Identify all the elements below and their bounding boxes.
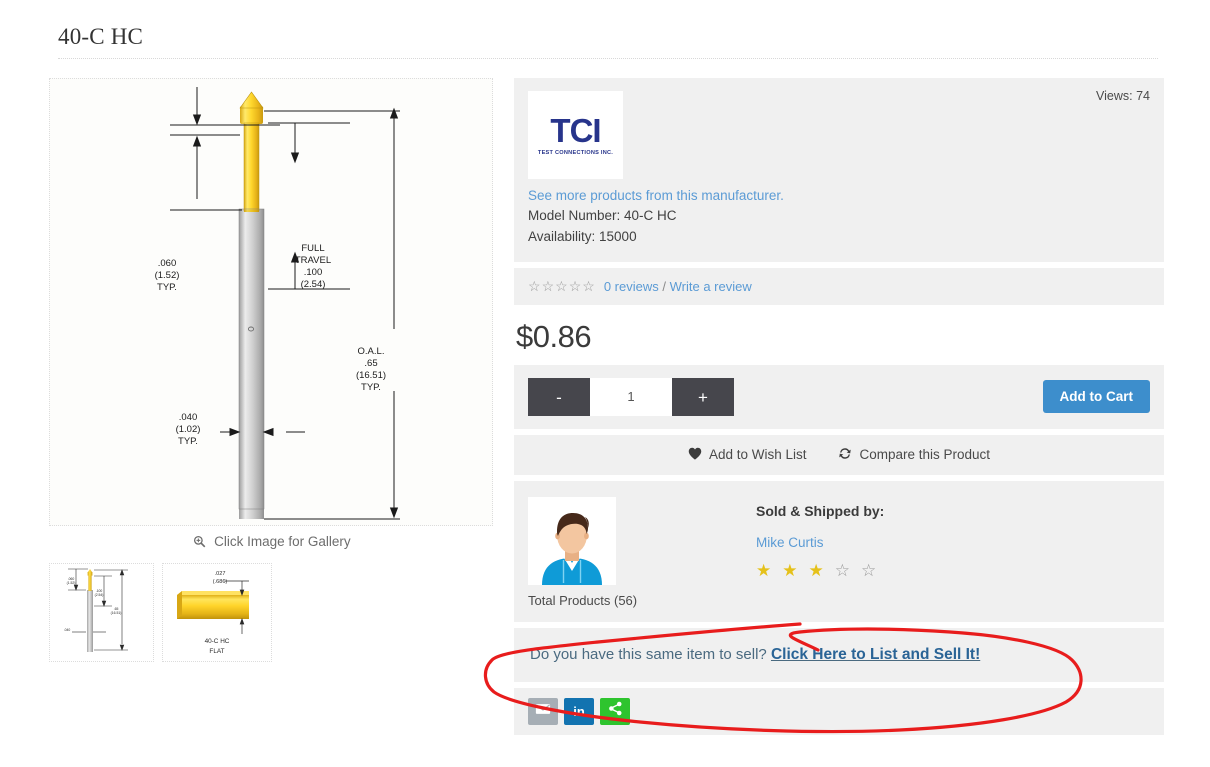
price-row: $0.86 <box>514 305 1164 365</box>
svg-text:.027: .027 <box>215 571 226 577</box>
flat-tip-thumb-drawing: .027 (.686) 40-C HC FLAT <box>177 571 249 655</box>
compare-product-button[interactable]: Compare this Product <box>838 447 990 463</box>
brand-mark: TCI <box>550 112 601 149</box>
svg-text:(.686): (.686) <box>213 579 228 585</box>
linkedin-icon: in <box>573 703 585 719</box>
refresh-icon <box>838 447 852 463</box>
reviews-separator: / <box>662 278 666 294</box>
spring-probe-drawing: .060 (1.52) TYP. FULL TRAVEL .100 (2.54)… <box>155 87 400 520</box>
svg-text:(2.54): (2.54) <box>95 593 104 597</box>
svg-text:(2.54): (2.54) <box>301 279 326 290</box>
quantity-increase-button[interactable]: + <box>672 377 734 416</box>
thumbnail-strip: .060(1.52) .100(2.54) .65(16.51) .040 <box>49 563 495 662</box>
gallery-caption[interactable]: Click Image for Gallery <box>49 534 495 551</box>
svg-text:TYP.: TYP. <box>361 382 381 393</box>
views-count: Views: 74 <box>1096 89 1150 103</box>
gallery-caption-label: Click Image for Gallery <box>214 534 351 549</box>
flat-tip-thumb[interactable]: .027 (.686) 40-C HC FLAT <box>162 563 272 662</box>
svg-text:(1.52): (1.52) <box>155 270 180 281</box>
seller-details: Sold & Shipped by: Mike Curtis ★ ★ ★ ☆ ☆ <box>656 497 884 608</box>
share-generic-button[interactable] <box>600 697 630 725</box>
star-3-icon: ☆ <box>555 278 568 295</box>
product-price: $0.86 <box>516 318 592 354</box>
gallery-column: .060 (1.52) TYP. FULL TRAVEL .100 (2.54)… <box>49 78 495 662</box>
product-rating-stars: ☆ ☆ ☆ ☆ ☆ <box>528 279 595 293</box>
sell-prompt: Do you have this same item to sell? <box>530 645 771 663</box>
magnifier-plus-icon <box>193 535 206 551</box>
heart-icon <box>688 447 702 463</box>
svg-text:TYP.: TYP. <box>157 282 177 293</box>
probe-profile-thumb-drawing: .060(1.52) .100(2.54) .65(16.51) .040 <box>64 568 128 652</box>
svg-text:(16.51): (16.51) <box>356 370 386 381</box>
secondary-actions-panel: Add to Wish List Compare this Product <box>514 434 1164 475</box>
seller-star-4-icon: ☆ <box>834 560 850 580</box>
title-divider <box>58 58 1158 59</box>
svg-text:.040: .040 <box>64 628 71 632</box>
availability: Availability: 15000 <box>528 228 637 244</box>
star-4-icon: ☆ <box>568 278 582 295</box>
svg-text:TYP.: TYP. <box>178 436 198 447</box>
svg-text:FLAT: FLAT <box>209 648 224 655</box>
share-email-button[interactable] <box>528 697 558 725</box>
seller-name-link[interactable]: Mike Curtis <box>756 535 884 550</box>
svg-text:(1.02): (1.02) <box>176 424 201 435</box>
sell-banner: Do you have this same item to sell? Clic… <box>514 627 1164 682</box>
svg-text:(16.51): (16.51) <box>111 611 122 615</box>
quantity-decrease-button[interactable]: - <box>528 377 590 416</box>
add-to-wish-list-label: Add to Wish List <box>708 447 807 463</box>
reviews-panel: ☆ ☆ ☆ ☆ ☆ 0 reviews / Write a review <box>514 267 1164 305</box>
write-review-link[interactable]: Write a review <box>670 279 752 294</box>
svg-text:O.A.L.: O.A.L. <box>358 346 385 357</box>
seller-identity: Total Products (56) <box>528 496 656 608</box>
product-info-column: Views: 74 TCI TEST CONNECTIONS INC. See … <box>514 78 1164 735</box>
svg-text:TRAVEL: TRAVEL <box>295 255 331 266</box>
svg-text:.040: .040 <box>179 412 198 423</box>
reviews-links: 0 reviews / Write a review <box>604 279 752 294</box>
seller-star-5-icon: ☆ <box>861 560 877 580</box>
add-to-wish-list-button[interactable]: Add to Wish List <box>688 447 807 463</box>
share-linkedin-button[interactable]: in <box>564 697 594 725</box>
share-nodes-icon <box>608 701 623 721</box>
svg-text:.060: .060 <box>158 258 177 269</box>
cart-panel: - + Add to Cart <box>514 364 1164 429</box>
svg-text:.100: .100 <box>304 267 323 278</box>
product-page: 40-C HC .060 (1.52) TYP. FULL TRAVEL .10… <box>0 0 1210 767</box>
star-5-icon: ☆ <box>582 278 595 295</box>
manufacturer-panel: Views: 74 TCI TEST CONNECTIONS INC. See … <box>514 78 1164 262</box>
total-products-label: Total Products (56) <box>528 592 638 608</box>
list-and-sell-link[interactable]: Click Here to List and Sell It! <box>771 646 980 663</box>
quantity-input[interactable] <box>590 377 672 416</box>
avatar <box>528 496 616 585</box>
svg-text:FULL: FULL <box>301 243 324 254</box>
seller-panel: Total Products (56) Sold & Shipped by: M… <box>514 480 1164 622</box>
main-product-image[interactable]: .060 (1.52) TYP. FULL TRAVEL .100 (2.54)… <box>49 78 493 526</box>
add-to-cart-button[interactable]: Add to Cart <box>1042 380 1150 414</box>
probe-profile-thumb[interactable]: .060 (1.52) .100 (2.54) .65 (16.51) .040 <box>49 563 154 662</box>
compare-product-label: Compare this Product <box>859 447 991 463</box>
seller-star-1-icon: ★ <box>756 560 772 580</box>
svg-text:.65: .65 <box>364 358 377 369</box>
list-and-sell-label: Click Here to List and Sell It! <box>770 645 981 663</box>
seller-rating-stars: ★ ★ ★ ☆ ☆ <box>756 562 884 579</box>
see-more-products-link[interactable]: See more products from this manufacturer… <box>528 188 1150 203</box>
share-panel: in <box>514 687 1164 735</box>
sold-shipped-by-label: Sold & Shipped by: <box>756 502 885 519</box>
svg-text:40-C HC: 40-C HC <box>205 638 230 645</box>
svg-text:(1.52): (1.52) <box>67 581 76 585</box>
star-2-icon: ☆ <box>541 278 555 295</box>
reviews-count-link[interactable]: 0 reviews <box>604 279 659 294</box>
manufacturer-logo: TCI TEST CONNECTIONS INC. <box>528 91 623 179</box>
brand-subtitle: TEST CONNECTIONS INC. <box>537 150 614 156</box>
seller-star-2-icon: ★ <box>782 560 798 580</box>
envelope-icon <box>535 702 551 720</box>
star-1-icon: ☆ <box>528 278 541 295</box>
seller-star-3-icon: ★ <box>808 560 824 580</box>
quantity-stepper: - + <box>528 377 734 416</box>
model-number: Model Number: 40-C HC <box>528 208 677 223</box>
page-title: 40-C HC <box>58 24 144 49</box>
